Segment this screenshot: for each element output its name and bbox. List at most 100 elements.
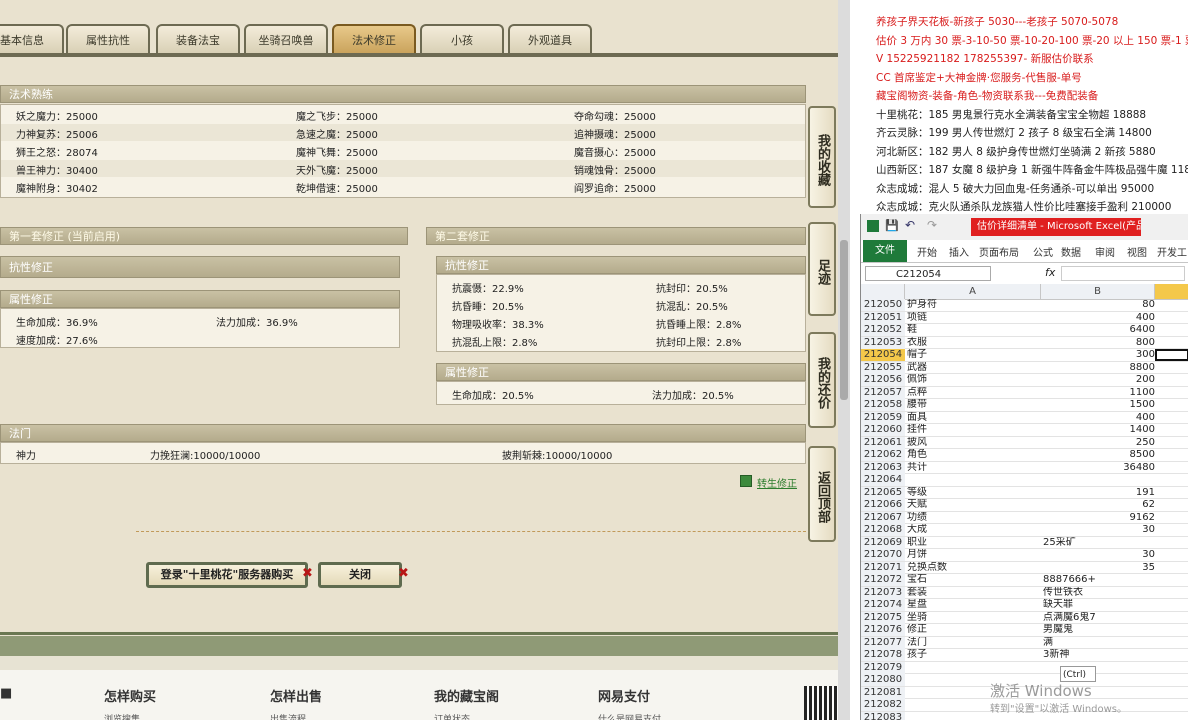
save-icon[interactable]: 💾 (885, 219, 899, 232)
excel-ribbon-tab[interactable]: 数据 (1061, 244, 1081, 259)
excel-cell-b[interactable]: 1500 (1043, 399, 1155, 411)
excel-cell-a[interactable]: 宝石 (907, 574, 1041, 586)
excel-row-number[interactable]: 212075 (861, 611, 905, 624)
excel-cell-a[interactable]: 功绩 (907, 512, 1041, 524)
footer-sub-4[interactable]: 什么是网易支付 (598, 712, 661, 720)
excel-row-number[interactable]: 212070 (861, 549, 905, 561)
excel-cell-b[interactable]: 传世铁衣 (1043, 587, 1155, 599)
excel-ribbon-tab[interactable]: 页面布局 (979, 244, 1019, 259)
footer-title-netease-pay[interactable]: 网易支付 (598, 686, 650, 705)
excel-cell-a[interactable]: 月饼 (907, 549, 1041, 561)
excel-row-number[interactable]: 212051 (861, 311, 905, 324)
excel-ribbon-tab[interactable]: 视图 (1127, 244, 1147, 259)
excel-cell-a[interactable]: 修正 (907, 624, 1041, 636)
excel-cell-a[interactable]: 大成 (907, 524, 1041, 536)
excel-ribbon-tab[interactable]: 公式 (1033, 244, 1053, 259)
excel-row-number[interactable]: 212061 (861, 436, 905, 449)
excel-row-number[interactable]: 212065 (861, 486, 905, 499)
footer-sub-3[interactable]: 订单状态 (434, 712, 470, 720)
excel-ribbon-tab[interactable]: 插入 (949, 244, 969, 259)
rebirth-link[interactable]: 转生修正 (757, 475, 797, 490)
excel-cell-b[interactable]: 男魔鬼 (1043, 624, 1155, 636)
tab-4[interactable]: 坐骑召唤兽 (244, 24, 328, 54)
excel-cell-a[interactable]: 孩子 (907, 649, 1041, 661)
excel-cell-b[interactable]: 300 (1043, 349, 1155, 361)
undo-icon[interactable]: ↶ (905, 218, 915, 232)
excel-row-number[interactable]: 212062 (861, 449, 905, 461)
excel-cell-b[interactable]: 8800 (1043, 362, 1155, 374)
my-favorites-button[interactable]: 我的收藏 (808, 106, 836, 208)
excel-cell-b[interactable]: 25采矿 (1043, 537, 1155, 549)
page-scrollbar-thumb[interactable] (840, 240, 848, 400)
excel-cell-a[interactable]: 职业 (907, 537, 1041, 549)
excel-row-number[interactable]: 212063 (861, 461, 905, 474)
excel-ribbon-tab[interactable]: 开始 (917, 244, 937, 259)
excel-cell-a[interactable]: 面具 (907, 412, 1041, 424)
excel-select-all[interactable] (861, 284, 905, 299)
excel-cell-a[interactable]: 项链 (907, 312, 1041, 324)
excel-row-number[interactable]: 212080 (861, 674, 905, 686)
excel-row-number[interactable]: 212079 (861, 661, 905, 674)
footer-sub-2[interactable]: 出售流程 (270, 712, 306, 720)
excel-cell-b[interactable]: 8500 (1043, 449, 1155, 461)
tab-7[interactable]: 外观道具 (508, 24, 592, 54)
excel-cell-a[interactable]: 帽子 (907, 349, 1041, 361)
excel-cell-a[interactable]: 鞋 (907, 324, 1041, 336)
footprints-button[interactable]: 足迹 (808, 222, 836, 316)
excel-row-number[interactable]: 212060 (861, 424, 905, 436)
excel-row-number[interactable]: 212059 (861, 411, 905, 424)
excel-ribbon-tab[interactable]: 审阅 (1095, 244, 1115, 259)
excel-cell-b[interactable]: 250 (1043, 437, 1155, 449)
excel-row-number[interactable]: 212068 (861, 524, 905, 536)
excel-cell-a[interactable]: 武器 (907, 362, 1041, 374)
excel-cell-a[interactable]: 挂件 (907, 424, 1041, 436)
excel-cell-a[interactable]: 共计 (907, 462, 1041, 474)
excel-row-number[interactable]: 212069 (861, 536, 905, 549)
excel-row-number[interactable]: 212074 (861, 599, 905, 611)
excel-cell-b[interactable]: 30 (1043, 549, 1155, 561)
excel-formula-input[interactable] (1061, 266, 1185, 281)
tab-1[interactable]: 基本信息 (0, 24, 64, 54)
excel-ribbon-tab[interactable]: 开发工 (1157, 244, 1187, 259)
excel-cell-a[interactable]: 角色 (907, 449, 1041, 461)
back-to-top-button[interactable]: 返回顶部 (808, 446, 836, 542)
login-server-button[interactable]: 登录"十里桃花"服务器购买 (146, 562, 308, 588)
excel-cell-a[interactable]: 护身符 (907, 299, 1041, 311)
excel-cell-a[interactable]: 腰带 (907, 399, 1041, 411)
excel-cell-b[interactable]: 80 (1043, 299, 1155, 311)
excel-row-number[interactable]: 212078 (861, 649, 905, 661)
excel-cell-b[interactable]: 缺天罪 (1043, 599, 1155, 611)
footer-sub-1[interactable]: 浏览搜集 (104, 712, 140, 720)
excel-row-number[interactable]: 212054 (861, 349, 905, 361)
excel-row-number[interactable]: 212071 (861, 561, 905, 574)
excel-cell-b[interactable]: 点满魔6鬼7 (1043, 612, 1155, 624)
excel-row-number[interactable]: 212067 (861, 511, 905, 524)
excel-cell-a[interactable]: 佩饰 (907, 374, 1041, 386)
excel-row-number[interactable]: 212052 (861, 324, 905, 336)
excel-row-number[interactable]: 212072 (861, 574, 905, 586)
excel-cell-a[interactable]: 法门 (907, 637, 1041, 649)
excel-row-number[interactable]: 212082 (861, 699, 905, 711)
redo-icon[interactable]: ↷ (927, 218, 937, 232)
excel-row-number[interactable]: 212064 (861, 474, 905, 486)
excel-cell-b[interactable]: 800 (1043, 337, 1155, 349)
excel-cell-b[interactable]: 3新神 (1043, 649, 1155, 661)
tab-2[interactable]: 属性抗性 (66, 24, 150, 54)
excel-cell-a[interactable]: 兑换点数 (907, 562, 1041, 574)
tab-3[interactable]: 装备法宝 (156, 24, 240, 54)
footer-title-how-to-buy[interactable]: 怎样购买 (104, 686, 156, 705)
excel-cell-b[interactable]: 36480 (1043, 462, 1155, 474)
excel-cell-b[interactable]: 6400 (1043, 324, 1155, 336)
excel-cell-b[interactable]: 35 (1043, 562, 1155, 574)
excel-cell-b[interactable] (1043, 474, 1155, 486)
excel-cell-b[interactable]: 9162 (1043, 512, 1155, 524)
excel-cell-a[interactable]: 坐骑 (907, 612, 1041, 624)
excel-row-number[interactable]: 212066 (861, 499, 905, 511)
excel-cell-b[interactable]: 191 (1043, 487, 1155, 499)
tab-5[interactable]: 法术修正 (332, 24, 416, 54)
excel-row-number[interactable]: 212083 (861, 711, 905, 720)
excel-cell-b[interactable]: 62 (1043, 499, 1155, 511)
excel-file-tab[interactable]: 文件 (863, 240, 907, 262)
excel-row-number[interactable]: 212050 (861, 299, 905, 311)
excel-cell-a[interactable]: 星盘 (907, 599, 1041, 611)
